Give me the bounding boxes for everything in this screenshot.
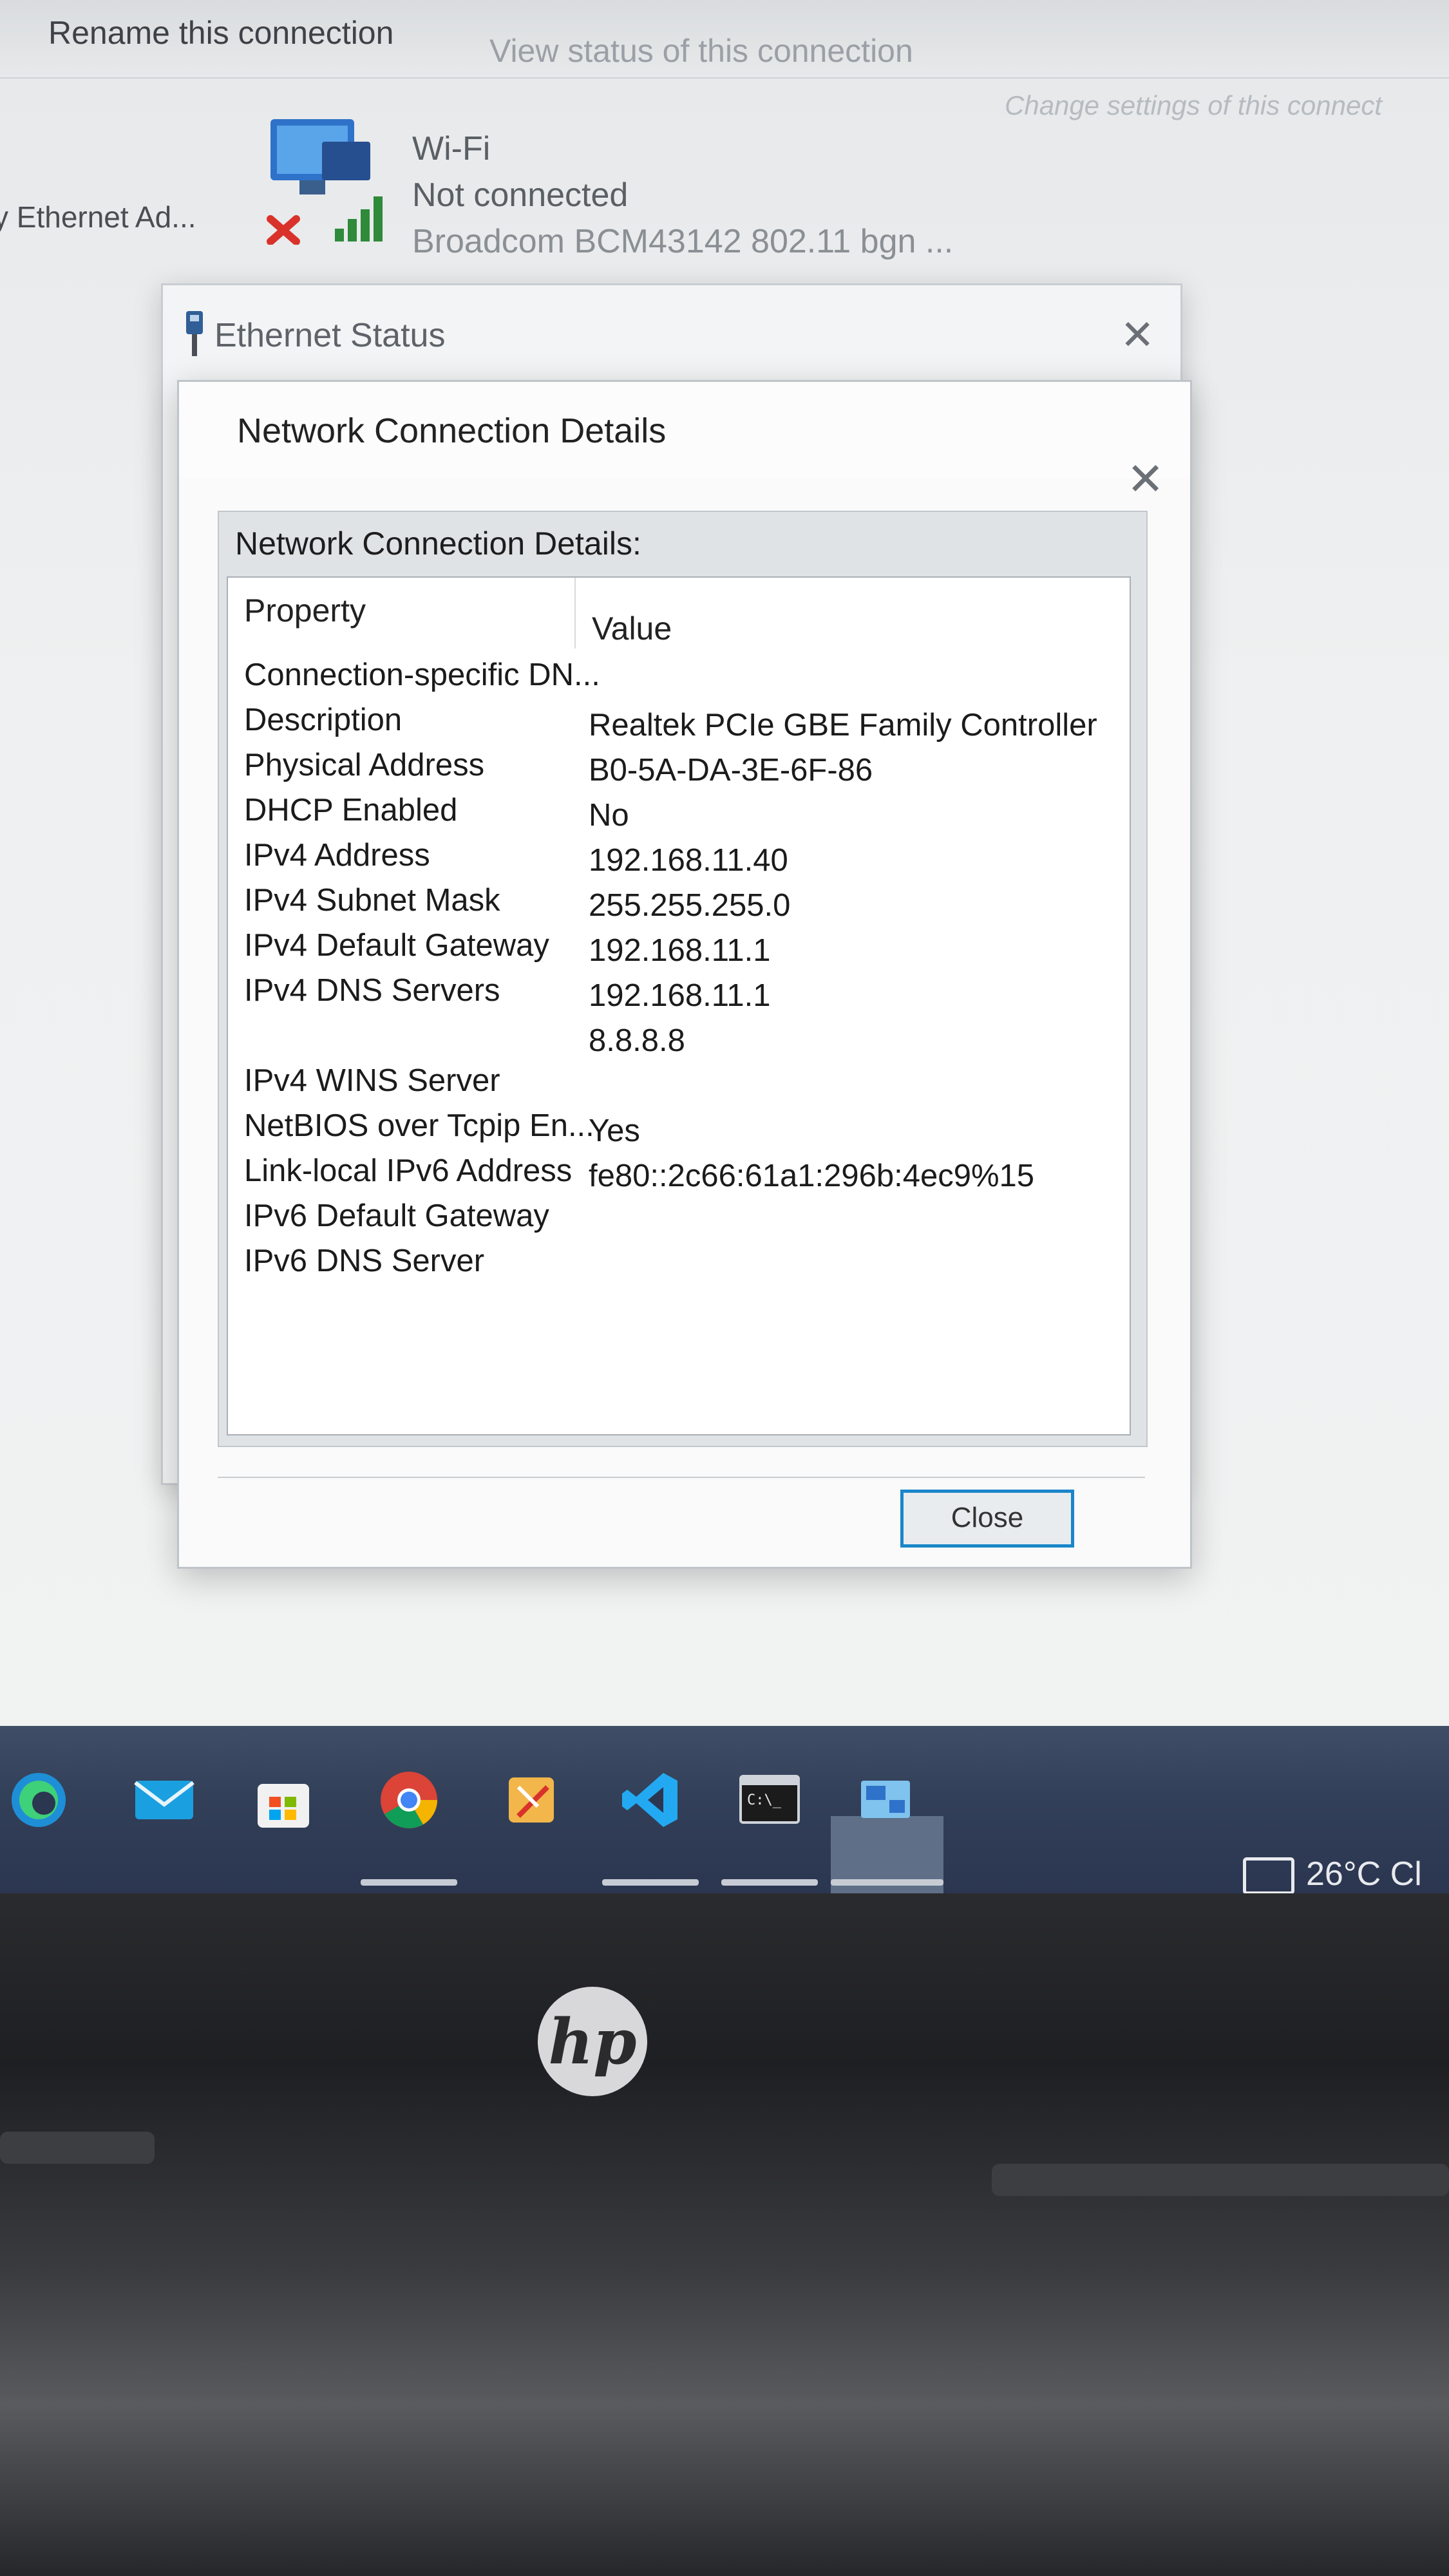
list-item[interactable]: IPv4 Subnet Mask 255.255.255.0 (228, 877, 1130, 923)
dialog-separator (218, 1477, 1145, 1478)
value-cell: B0-5A-DA-3E-6F-86 (589, 753, 873, 788)
property-cell: Physical Address (244, 748, 485, 782)
left-hinge (0, 2132, 155, 2164)
weather-icon (1243, 1857, 1294, 1895)
property-cell: IPv4 Subnet Mask (244, 883, 500, 918)
ethernet-cable-icon (182, 311, 207, 356)
property-cell: Connection-specific DN... (244, 658, 600, 692)
close-button[interactable]: Close (900, 1490, 1074, 1548)
taskbar: C:\_ (0, 1726, 1449, 1893)
value-cell: fe80::2c66:61a1:296b:4ec9%15 (589, 1159, 1035, 1193)
property-cell: IPv4 Address (244, 838, 430, 873)
value-cell: 192.168.11.1 (589, 933, 771, 968)
list-item[interactable]: IPv4 WINS Server (228, 1057, 1130, 1103)
list-item[interactable]: IPv4 Default Gateway 192.168.11.1 (228, 922, 1130, 968)
value-cell: No (589, 798, 629, 833)
column-header-value[interactable]: Value (576, 578, 1130, 649)
wifi-adapter-info[interactable]: Wi-Fi Not connected Broadcom BCM43142 80… (412, 126, 953, 265)
details-rows: Connection-specific DN... Description Re… (228, 652, 1130, 1283)
list-item[interactable]: Description Realtek PCIe GBE Family Cont… (228, 697, 1130, 743)
value-cell: Yes (589, 1113, 640, 1148)
dialog-close-icon[interactable]: ✕ (1126, 453, 1164, 506)
list-item[interactable]: NetBIOS over Tcpip En... Yes (228, 1103, 1130, 1148)
network-connection-details-dialog: Network Connection Details ✕ Network Con… (177, 380, 1192, 1569)
view-status-command[interactable]: View status of this connection (489, 32, 913, 70)
details-list[interactable]: Property Value Connection-specific DN...… (227, 576, 1131, 1435)
vscode-running-indicator (602, 1879, 699, 1886)
property-cell: DHCP Enabled (244, 793, 458, 828)
property-cell: IPv4 Default Gateway (244, 928, 549, 963)
details-group-label: Network Connection Details: (235, 526, 641, 562)
dialog-title: Network Connection Details (237, 412, 667, 450)
property-cell: Link-local IPv6 Address (244, 1153, 573, 1188)
property-cell: IPv4 WINS Server (244, 1063, 500, 1098)
column-header-property[interactable]: Property (228, 578, 576, 649)
value-cell: 255.255.255.0 (589, 888, 791, 923)
property-cell: Description (244, 703, 402, 737)
property-cell: NetBIOS over Tcpip En... (244, 1108, 594, 1143)
weather-temperature: 26°C Cl (1306, 1855, 1422, 1893)
list-item[interactable]: 8.8.8.8 (228, 1012, 1130, 1058)
list-item[interactable]: Connection-specific DN... (228, 652, 1130, 697)
hp-logo: hp (538, 1987, 647, 2096)
list-item[interactable]: IPv4 DNS Servers 192.168.11.1 (228, 967, 1130, 1013)
ethernet-status-close-icon[interactable]: ✕ (1120, 311, 1155, 359)
change-settings-command[interactable]: Change settings of this connect (1005, 90, 1382, 121)
store-icon[interactable] (248, 1765, 319, 1835)
command-bar: Rename this connection View status of th… (0, 0, 1449, 120)
property-cell: IPv4 DNS Servers (244, 973, 500, 1008)
vscode-icon[interactable] (615, 1765, 686, 1835)
wifi-name: Wi-Fi (412, 130, 491, 167)
snip-sketch-icon[interactable] (496, 1765, 567, 1835)
svg-text:C:\_: C:\_ (747, 1792, 782, 1808)
list-item[interactable]: DHCP Enabled No (228, 787, 1130, 833)
right-hinge (992, 2164, 1449, 2196)
details-group: Network Connection Details: Property Val… (218, 511, 1148, 1447)
weather-widget[interactable]: 26°C Cl (1243, 1855, 1422, 1895)
edge-icon[interactable] (3, 1765, 74, 1835)
value-cell: 8.8.8.8 (589, 1023, 685, 1058)
list-item[interactable]: IPv6 Default Gateway (228, 1193, 1130, 1238)
wifi-status: Not connected (412, 176, 629, 214)
chrome-icon[interactable] (374, 1765, 444, 1835)
network-settings-icon[interactable] (850, 1765, 921, 1835)
property-cell: IPv6 DNS Server (244, 1244, 485, 1278)
value-cell: 192.168.11.40 (589, 843, 788, 878)
disconnected-x-icon (267, 215, 300, 245)
laptop-bezel (0, 1893, 1449, 2576)
wifi-device: Broadcom BCM43142 802.11 bgn ... (412, 223, 954, 260)
terminal-icon[interactable]: C:\_ (734, 1765, 805, 1835)
list-item[interactable]: Physical Address B0-5A-DA-3E-6F-86 (228, 742, 1130, 788)
terminal-running-indicator (721, 1879, 818, 1886)
list-item[interactable]: Link-local IPv6 Address fe80::2c66:61a1:… (228, 1148, 1130, 1193)
value-cell: Realtek PCIe GBE Family Controller (589, 708, 1097, 743)
wifi-adapter-icon[interactable] (264, 116, 386, 245)
ethernet-adapter-label[interactable]: y Ethernet Ad... (0, 200, 196, 234)
list-item[interactable]: IPv6 DNS Server (228, 1238, 1130, 1283)
dialog-titlebar: Network Connection Details ✕ (179, 382, 1190, 504)
chrome-running-indicator (361, 1879, 457, 1886)
mail-icon[interactable] (129, 1765, 200, 1835)
list-item[interactable]: IPv4 Address 192.168.11.40 (228, 832, 1130, 878)
rename-connection-command[interactable]: Rename this connection (48, 14, 393, 52)
network-running-indicator (831, 1879, 943, 1886)
signal-bars-icon (335, 196, 383, 242)
desktop-screen: Rename this connection View status of th… (0, 0, 1449, 1726)
ethernet-status-title: Ethernet Status (214, 317, 446, 354)
property-cell: IPv6 Default Gateway (244, 1198, 549, 1233)
value-cell: 192.168.11.1 (589, 978, 771, 1013)
